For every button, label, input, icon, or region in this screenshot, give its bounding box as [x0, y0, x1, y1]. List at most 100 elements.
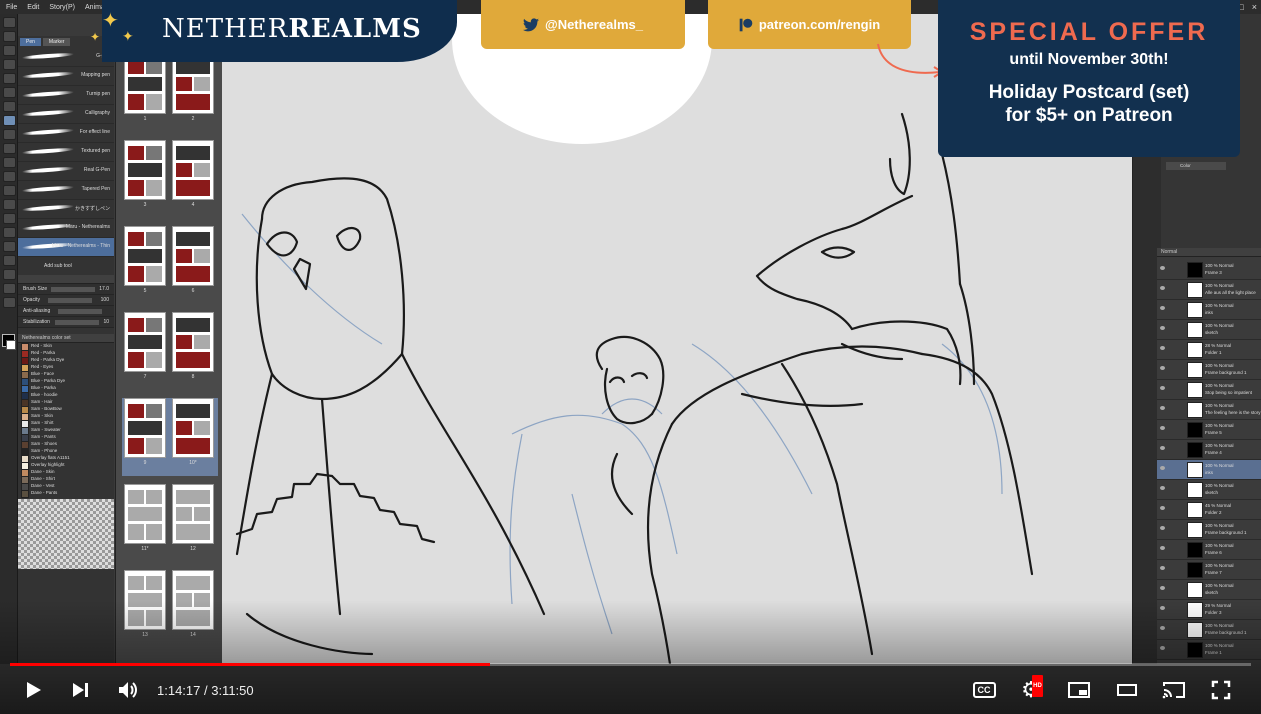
eyedropper-tool-icon[interactable]: [3, 87, 16, 98]
color-set-item[interactable]: Sam - Pants: [18, 434, 73, 442]
property-slider[interactable]: [54, 320, 99, 325]
hand-tool-icon[interactable]: [3, 17, 16, 28]
brush-item[interactable]: Turnip pen: [18, 86, 114, 105]
gradient-tool-icon[interactable]: [3, 213, 16, 224]
brush-item[interactable]: Mapping pen: [18, 67, 114, 86]
eye-icon[interactable]: [1160, 406, 1165, 410]
color-set-item[interactable]: Blue - Parka Dye: [18, 378, 73, 386]
color-set-item[interactable]: Red - Skin: [18, 343, 73, 351]
eye-icon[interactable]: [1160, 366, 1165, 370]
color-set-item[interactable]: Sam - Skin: [18, 413, 73, 421]
property-slider[interactable]: [48, 298, 93, 303]
page-spread[interactable]: 78: [122, 312, 218, 390]
page-spread[interactable]: 9 10*: [122, 398, 218, 476]
ruler-tool-icon[interactable]: [3, 255, 16, 266]
eye-icon[interactable]: [1160, 286, 1165, 290]
layer-row[interactable]: 45 % Normal Folder 2: [1157, 500, 1261, 520]
color-set-item[interactable]: Dane - Shirt: [18, 476, 73, 484]
page-thumbnail[interactable]: [124, 226, 166, 286]
brush-item[interactable]: かきすずしペン: [18, 200, 114, 219]
pencil-tool-icon[interactable]: [3, 115, 16, 126]
tool-property-row[interactable]: Anti-aliasing: [18, 306, 114, 317]
page-spread[interactable]: 12: [122, 54, 218, 132]
brush-item[interactable]: Real G-Pen: [18, 162, 114, 181]
layer-row[interactable]: 100 % Normal sketch: [1157, 580, 1261, 600]
tab-marker[interactable]: Marker: [42, 38, 71, 46]
layer-row[interactable]: 100 % Normal The feeling here is the stor…: [1157, 400, 1261, 420]
brush-item[interactable]: Maru - Netherealms: [18, 219, 114, 238]
page-thumbnail[interactable]: [124, 398, 166, 458]
layer-row[interactable]: 100 % Normal Stop being so impatient: [1157, 380, 1261, 400]
brush-item[interactable]: Textured pen: [18, 143, 114, 162]
color-set-item[interactable]: Blue - hoodie: [18, 392, 73, 400]
brush-item[interactable]: Tapered Pen: [18, 181, 114, 200]
page-spread[interactable]: 34: [122, 140, 218, 218]
background-color-swatch[interactable]: [6, 340, 16, 350]
color-set-item[interactable]: Sam - Phone: [18, 448, 73, 456]
color-set-item[interactable]: Sam - Sweater: [18, 427, 73, 435]
layer-row[interactable]: 28 % Normal Folder 1: [1157, 340, 1261, 360]
brush-item[interactable]: G-pen: [18, 48, 114, 67]
property-slider[interactable]: [51, 287, 96, 292]
menu-file[interactable]: File: [6, 4, 17, 11]
layer-row[interactable]: 100 % Normal Frame 4: [1157, 440, 1261, 460]
select-tool-icon[interactable]: [3, 59, 16, 70]
color-set-item[interactable]: Sam - Shoes: [18, 441, 73, 449]
layer-blend-mode[interactable]: Normal: [1157, 248, 1261, 257]
layer-row[interactable]: 100 % Normal sketch: [1157, 480, 1261, 500]
layer-row[interactable]: 100 % Normal sketch: [1157, 320, 1261, 340]
layer-row[interactable]: 100 % Normal Alle aus all the light place: [1157, 280, 1261, 300]
layer-row[interactable]: 100 % Normal Frame 3: [1157, 260, 1261, 280]
color-set-item[interactable]: Blue - Face: [18, 371, 73, 379]
layer-row[interactable]: 100 % Normal Frame 7: [1157, 560, 1261, 580]
eye-icon[interactable]: [1160, 566, 1165, 570]
add-sub-tool-button[interactable]: Add sub tool: [18, 257, 114, 273]
progress-bar[interactable]: [10, 663, 1251, 666]
color-set-item[interactable]: Blue - Parka: [18, 385, 73, 393]
page-thumbnail[interactable]: [124, 140, 166, 200]
brush-item[interactable]: Maru - Netherealms - Thin: [18, 238, 114, 257]
page-spread[interactable]: 11* 12: [122, 484, 218, 562]
video-frame[interactable]: File Edit Story(P) Animation – □ ×: [0, 0, 1261, 714]
eye-icon[interactable]: [1160, 306, 1165, 310]
layer-row[interactable]: 100 % Normal inks: [1157, 300, 1261, 320]
eye-icon[interactable]: [1160, 546, 1165, 550]
page-thumbnail[interactable]: [172, 484, 214, 544]
layer-row[interactable]: 100 % Normal Frame 6: [1157, 540, 1261, 560]
eraser-tool-icon[interactable]: [3, 171, 16, 182]
color-set-item[interactable]: Dane - Vest: [18, 483, 73, 491]
brush-item[interactable]: Calligraphy: [18, 105, 114, 124]
page-spread[interactable]: 56: [122, 226, 218, 304]
color-set-item[interactable]: Overlay highlight: [18, 462, 73, 470]
frame-tool-icon[interactable]: [3, 241, 16, 252]
page-thumbnail[interactable]: [124, 484, 166, 544]
cast-button[interactable]: [1158, 672, 1190, 708]
blend-tool-icon[interactable]: [3, 185, 16, 196]
line-tool-icon[interactable]: [3, 297, 16, 308]
brush-tool-icon[interactable]: [3, 129, 16, 140]
close-icon[interactable]: ×: [1252, 2, 1257, 12]
airbrush-tool-icon[interactable]: [3, 143, 16, 154]
miniplayer-button[interactable]: [1064, 672, 1094, 708]
layer-row[interactable]: 100 % Normal Frame background 1: [1157, 360, 1261, 380]
eye-icon[interactable]: [1160, 266, 1165, 270]
eye-icon[interactable]: [1160, 506, 1165, 510]
eye-icon[interactable]: [1160, 326, 1165, 330]
layer-row[interactable]: 100 % Normal inks: [1157, 460, 1261, 480]
fullscreen-button[interactable]: [1206, 672, 1236, 708]
eye-icon[interactable]: [1160, 426, 1165, 430]
page-thumbnail[interactable]: [172, 398, 214, 458]
layer-row[interactable]: 100 % Normal Frame background 1: [1157, 520, 1261, 540]
next-button[interactable]: [66, 672, 94, 708]
page-thumbnail[interactable]: [172, 226, 214, 286]
eye-icon[interactable]: [1160, 386, 1165, 390]
page-thumbnail[interactable]: [172, 140, 214, 200]
zoom-tool-icon[interactable]: [3, 31, 16, 42]
decoration-tool-icon[interactable]: [3, 157, 16, 168]
page-thumbnail[interactable]: [172, 312, 214, 372]
tool-property-row[interactable]: Opacity 100: [18, 295, 114, 306]
eye-icon[interactable]: [1160, 446, 1165, 450]
text-tool-icon[interactable]: [3, 269, 16, 280]
figure-tool-icon[interactable]: [3, 227, 16, 238]
tool-property-row[interactable]: Brush Size 17.0: [18, 284, 114, 295]
